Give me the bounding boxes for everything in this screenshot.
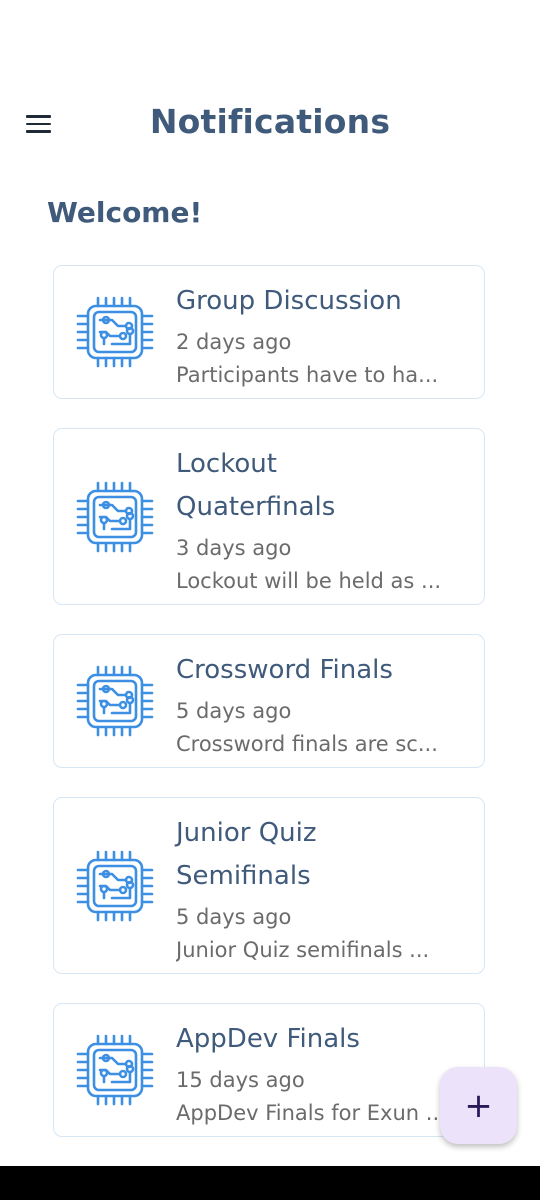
notification-preview: Junior Quiz semifinals ... bbox=[176, 938, 430, 962]
notification-title-line2: Semifinals bbox=[176, 861, 311, 891]
notification-card[interactable]: Group Discussion 2 days ago Participants h… bbox=[53, 265, 485, 399]
notification-preview: AppDev Finals for Exun ... bbox=[176, 1101, 446, 1125]
notification-title: Junior Quiz bbox=[176, 818, 317, 848]
notification-date: 15 days ago bbox=[176, 1068, 305, 1092]
circuit-chip-icon bbox=[76, 1030, 156, 1110]
notification-title: Crossword Finals bbox=[176, 655, 393, 685]
plus-icon: + bbox=[464, 1085, 493, 1126]
notification-title: Lockout bbox=[176, 449, 277, 479]
notification-date: 3 days ago bbox=[176, 536, 292, 560]
notification-date: 5 days ago bbox=[176, 699, 292, 723]
notification-date: 5 days ago bbox=[176, 905, 292, 929]
notification-preview: Crossword finals are sc... bbox=[176, 732, 438, 756]
notification-title-line2: Quaterfinals bbox=[176, 492, 336, 522]
notification-title: Group Discussion bbox=[176, 286, 402, 316]
add-notification-button[interactable]: + bbox=[440, 1067, 517, 1144]
notification-preview: Participants have to ha... bbox=[176, 363, 439, 387]
circuit-chip-icon bbox=[76, 661, 156, 741]
notification-card[interactable]: Junior Quiz Semifinals 5 days ago Junior Qu… bbox=[53, 797, 485, 974]
welcome-heading: Welcome! bbox=[47, 196, 203, 229]
page-title: Notifications bbox=[149, 102, 391, 141]
notification-card[interactable]: Lockout Quaterfinals 3 days ago Lockout wil… bbox=[53, 428, 485, 605]
circuit-chip-icon bbox=[76, 846, 156, 926]
circuit-chip-icon bbox=[76, 477, 156, 557]
notification-card[interactable]: AppDev Finals 15 days ago AppDev Finals fo… bbox=[53, 1003, 485, 1137]
system-navigation-bar bbox=[0, 1166, 540, 1200]
notification-preview: Lockout will be held as ... bbox=[176, 569, 442, 593]
notification-title: AppDev Finals bbox=[176, 1024, 360, 1054]
app-bar: Notifications bbox=[0, 84, 540, 164]
notification-date: 2 days ago bbox=[176, 330, 292, 354]
notification-card[interactable]: Crossword Finals 5 days ago Crossword fina… bbox=[53, 634, 485, 768]
circuit-chip-icon bbox=[76, 292, 156, 372]
